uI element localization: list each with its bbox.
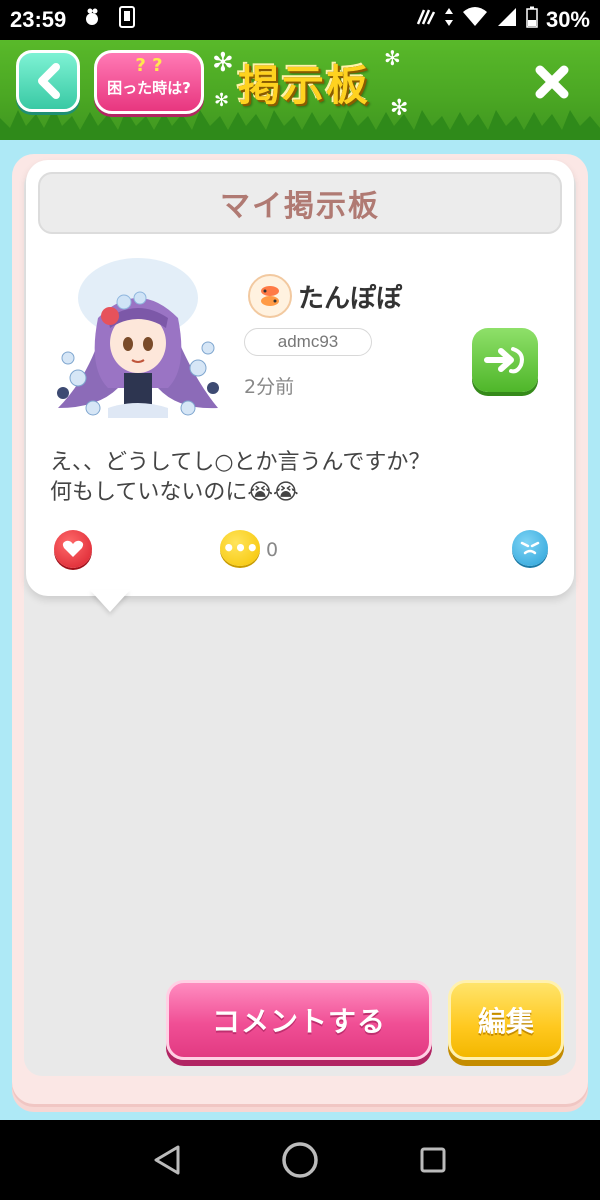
nfc-icon <box>414 6 436 34</box>
post-card-tail <box>90 590 130 612</box>
help-question-marks: ? ? <box>135 55 163 76</box>
flower-icon: ✻ <box>214 90 230 111</box>
battery-percent: 30% <box>545 7 590 32</box>
post-message-line: え、、どうしてし○とか言うんですか？ <box>50 450 431 475</box>
wifi-icon <box>462 6 488 34</box>
system-nav-bar <box>0 1120 600 1200</box>
status-bar: 23:59 30% <box>0 0 600 40</box>
signal-icon <box>496 6 518 34</box>
flower-icon: ✻ <box>212 48 234 78</box>
nav-back-button[interactable] <box>142 1135 192 1185</box>
close-icon <box>535 65 569 99</box>
like-button[interactable] <box>54 530 92 568</box>
triangle-back-icon <box>154 1145 180 1175</box>
report-button[interactable] <box>512 530 548 566</box>
close-button[interactable] <box>528 58 576 106</box>
page-title: 掲示板 <box>238 61 371 110</box>
chevron-left-icon <box>38 63 60 99</box>
heart-icon <box>62 540 84 557</box>
battery-icon <box>526 6 538 34</box>
post-time: 2分前 <box>244 376 295 398</box>
avatar[interactable] <box>48 258 228 438</box>
status-time: 23:59 <box>10 7 67 32</box>
post-username[interactable]: たんぽぽ <box>298 278 402 315</box>
post-message-line: 何もしていないのに😭😭 <box>50 480 299 505</box>
comment-button[interactable]: コメントする <box>166 980 432 1060</box>
edit-button[interactable]: 編集 <box>448 980 564 1060</box>
nav-home-button[interactable] <box>275 1135 325 1185</box>
help-label: 困った時は? <box>107 79 191 97</box>
app-header: ? ? 困った時は? ✻ ✻ 掲示板 ✻ ✻ <box>0 40 600 140</box>
data-arrows-icon <box>444 6 454 34</box>
circle-home-icon <box>282 1142 318 1178</box>
post-message: え、、どうしてし○とか言うんですか？ 何もしていないのに😭😭 <box>50 448 550 508</box>
app-notification-icon <box>82 7 102 33</box>
visit-profile-button[interactable] <box>472 328 538 392</box>
post-user-id: admc93 <box>244 328 372 356</box>
square-recents-icon <box>420 1147 446 1173</box>
zodiac-badge <box>248 274 292 318</box>
flower-icon: ✻ <box>384 46 401 70</box>
speech-bubble-icon[interactable]: ••• <box>220 530 260 566</box>
pisces-icon <box>261 286 279 306</box>
comment-count: 0 <box>266 539 279 561</box>
board-title: マイ掲示板 <box>38 172 562 234</box>
flower-icon: ✻ <box>390 96 409 121</box>
sim-icon <box>118 6 136 34</box>
angry-face-icon <box>520 541 540 555</box>
visit-arrow-icon <box>484 347 524 374</box>
back-button[interactable] <box>16 50 80 112</box>
help-button[interactable]: ? ? 困った時は? <box>94 50 204 114</box>
nav-recents-button[interactable] <box>408 1135 458 1185</box>
